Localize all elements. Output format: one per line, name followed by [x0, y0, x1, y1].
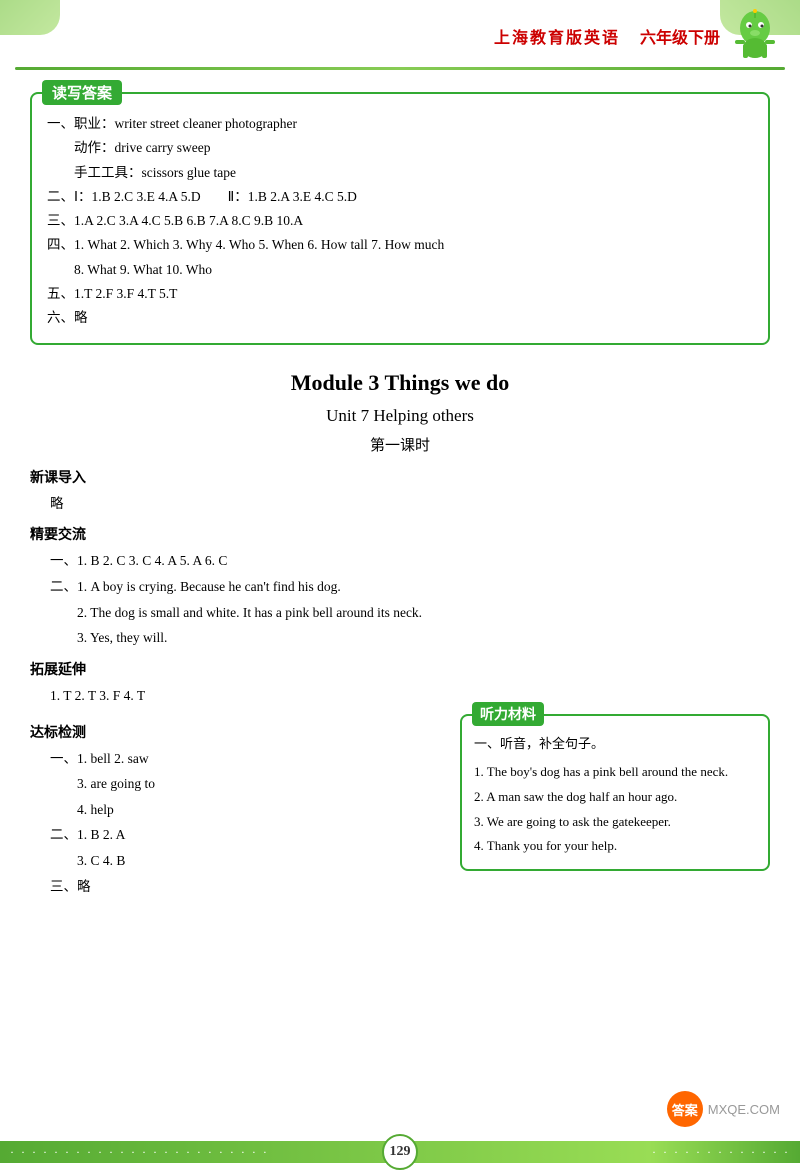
watermark-area: 答案 MXQE.COM	[667, 1091, 780, 1127]
bottom-section: 达标检测 一、1. bell 2. saw 3. are going to 4.…	[30, 714, 770, 900]
listening-material-box: 听力材料 一、听音，补全句子。 1. The boy's dog has a p…	[460, 714, 770, 871]
answer-line-9: 六、略	[47, 306, 753, 330]
footer-right-bar: · · · · · · · · · · · · ·	[650, 1141, 800, 1163]
header-title: 上海教育版英语	[494, 24, 620, 48]
answer-line-6: 四、1. What 2. Which 3. Why 4. Who 5. When…	[47, 233, 753, 257]
dabiao-line-2: 3. are going to	[50, 771, 445, 797]
section-header-tuozhan: 拓展延伸	[30, 659, 770, 679]
xinkejiaoru-line-1: 略	[50, 491, 770, 517]
header-subtitle: 六年级下册	[640, 24, 720, 48]
dabiao-line-5: 3. C 4. B	[50, 848, 445, 874]
answer-line-8: 五、1.T 2.F 3.F 4.T 5.T	[47, 282, 753, 306]
jingyao-line-1: 一、1. B 2. C 3. C 4. A 5. A 6. C	[50, 548, 770, 574]
listening-content: 一、听音，补全句子。 1. The boy's dog has a pink b…	[474, 732, 756, 859]
answer-line-3: 手工工具：scissors glue tape	[47, 161, 753, 185]
reading-writing-label: 读写答案	[42, 80, 122, 105]
tuozhan-line-1: 1. T 2. T 3. F 4. T	[50, 683, 770, 709]
answer-line-7: 8. What 9. What 10. Who	[47, 258, 753, 282]
answer-line-5: 三、1.A 2.C 3.A 4.C 5.B 6.B 7.A 8.C 9.B 10…	[47, 209, 753, 233]
dabiao-line-4: 二、1. B 2. A	[50, 822, 445, 848]
page: 上海教育版英语 六年级下册	[0, 0, 800, 1172]
left-column: 达标检测 一、1. bell 2. saw 3. are going to 4.…	[30, 714, 445, 900]
answer-line-2: 动作：drive carry sweep	[47, 136, 753, 160]
watermark-text: MXQE.COM	[708, 1102, 780, 1117]
page-footer: · · · · · · · · · · · · · · · · · · · · …	[0, 1132, 800, 1172]
listening-header: 一、听音，补全句子。	[474, 732, 756, 757]
answer-line-4: 二、Ⅰ：1.B 2.C 3.E 4.A 5.D Ⅱ：1.B 2.A 3.E 4.…	[47, 185, 753, 209]
mascot-icon	[730, 8, 780, 63]
listening-item-4: 4. Thank you for your help.	[474, 834, 756, 859]
dabiao-line-1: 一、1. bell 2. saw	[50, 746, 445, 772]
listening-item-3: 3. We are going to ask the gatekeeper.	[474, 810, 756, 835]
section-content-xinkejiaoru: 略	[50, 491, 770, 517]
listening-item-2: 2. A man saw the dog half an hour ago.	[474, 785, 756, 810]
page-number: 129	[382, 1134, 418, 1170]
reading-writing-answer-box: 读写答案 一、职业：writer street cleaner photogra…	[30, 92, 770, 345]
unit-title: Unit 7 Helping others	[30, 406, 770, 426]
answer-icon: 答案	[667, 1091, 703, 1127]
answer-line-1: 一、职业：writer street cleaner photographer	[47, 112, 753, 136]
section-header-dabiao: 达标检测	[30, 722, 445, 742]
section-content-tuozhan: 1. T 2. T 3. F 4. T	[50, 683, 770, 709]
jingyao-line-2: 二、1. A boy is crying. Because he can't f…	[50, 574, 770, 600]
module-title: Module 3 Things we do	[30, 370, 770, 396]
page-header: 上海教育版英语 六年级下册	[0, 0, 800, 67]
section-header-xinkejiaoru: 新课导入	[30, 467, 770, 487]
listening-label: 听力材料	[472, 702, 544, 726]
dabiao-line-3: 4. help	[50, 797, 445, 823]
right-column: 听力材料 一、听音，补全句子。 1. The boy's dog has a p…	[460, 714, 770, 871]
jingyao-line-4: 3. Yes, they will.	[50, 625, 770, 651]
section-content-dabiao: 一、1. bell 2. saw 3. are going to 4. help…	[50, 746, 445, 900]
main-content: 读写答案 一、职业：writer street cleaner photogra…	[0, 70, 800, 919]
lesson-title: 第一课时	[30, 434, 770, 455]
section-content-jingyao: 一、1. B 2. C 3. C 4. A 5. A 6. C 二、1. A b…	[50, 548, 770, 651]
footer-left-bar: · · · · · · · · · · · · · · · · · · · · …	[0, 1141, 650, 1163]
listening-item-1: 1. The boy's dog has a pink bell around …	[474, 760, 756, 785]
jingyao-line-3: 2. The dog is small and white. It has a …	[50, 600, 770, 626]
section-header-jingyao: 精要交流	[30, 524, 770, 544]
dabiao-line-6: 三、略	[50, 874, 445, 900]
